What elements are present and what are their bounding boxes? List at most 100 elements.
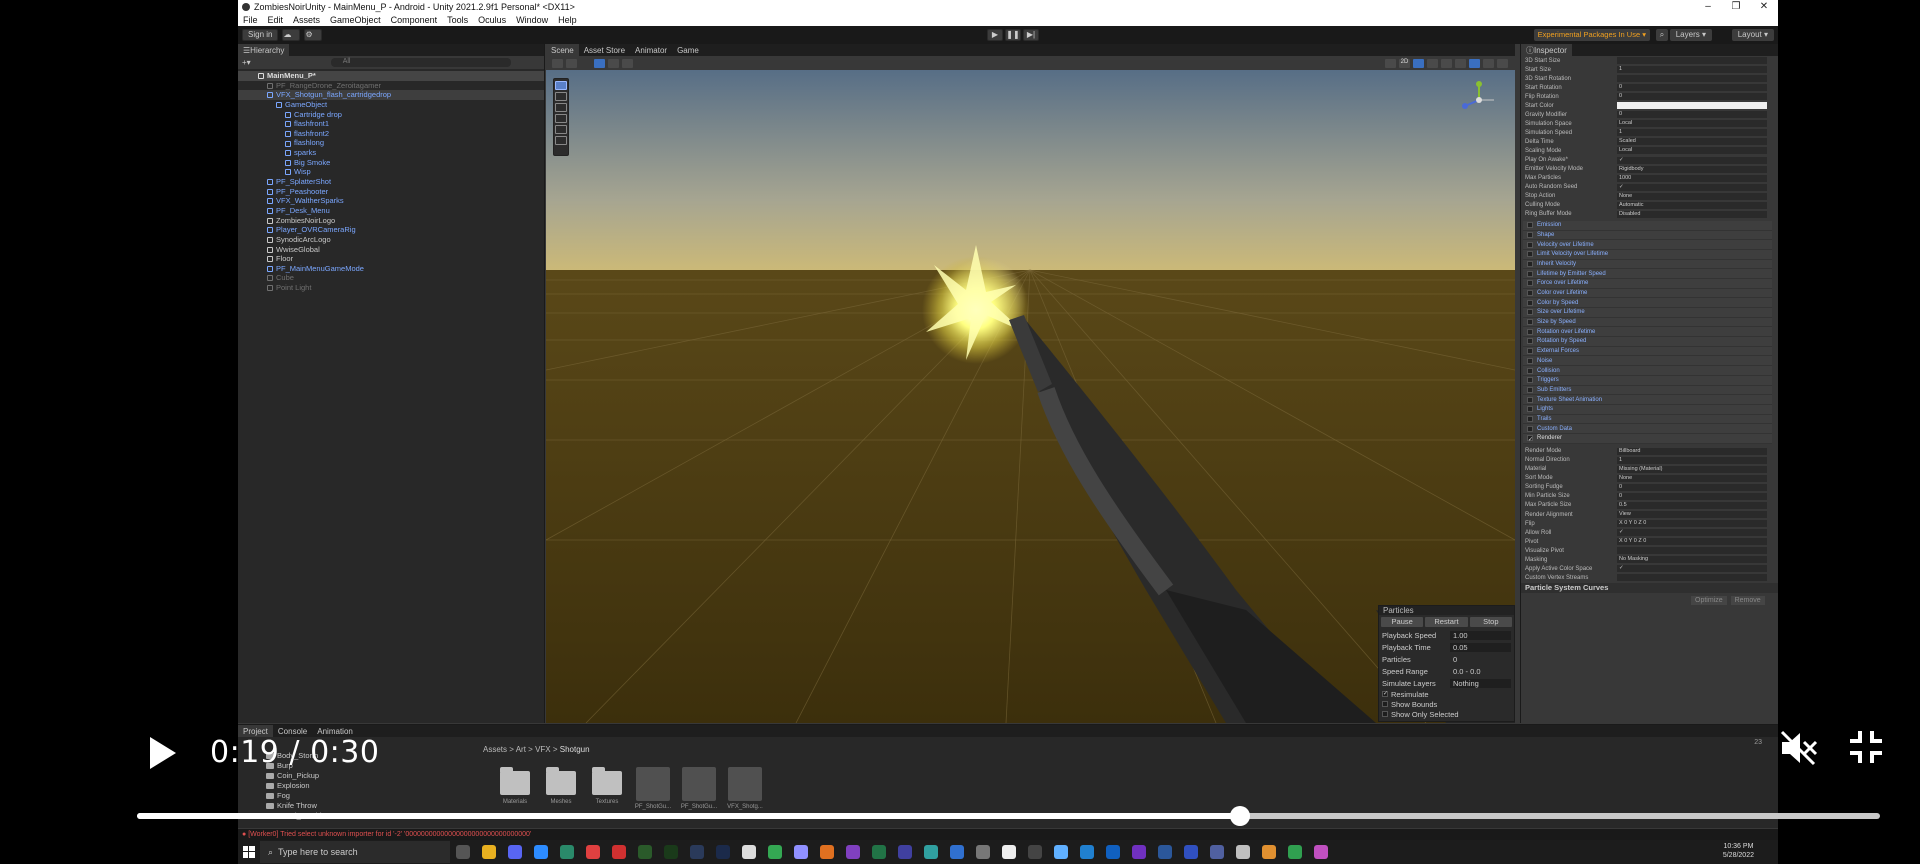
- breadcrumb-shotgun[interactable]: Shotgun: [560, 745, 590, 754]
- close-button[interactable]: ✕: [1750, 0, 1778, 13]
- property-value[interactable]: [1617, 547, 1767, 555]
- create-icon[interactable]: +▾: [242, 58, 251, 67]
- play-icon[interactable]: ▶: [987, 29, 1003, 41]
- inspector-module-header[interactable]: Size over Lifetime: [1523, 308, 1772, 318]
- stop-button[interactable]: Stop: [1469, 617, 1512, 627]
- hierarchy-row[interactable]: VFX_Shotgun_flash_cartridgedrop: [238, 90, 544, 100]
- inspector-module-header[interactable]: Color by Speed: [1523, 298, 1772, 309]
- hierarchy-row[interactable]: PF_Desk_Menu: [238, 206, 544, 216]
- property-value[interactable]: No Masking: [1617, 556, 1767, 564]
- inspector-module-header[interactable]: Color over Lifetime: [1523, 288, 1772, 299]
- module-toggle-checkbox[interactable]: [1527, 290, 1533, 296]
- hierarchy-row[interactable]: VFX_WaltherSparks: [238, 196, 544, 206]
- menu-gameobject[interactable]: GameObject: [325, 15, 386, 25]
- hierarchy-row[interactable]: PF_SplatterShot: [238, 177, 544, 187]
- tools-icon[interactable]: [1483, 58, 1494, 68]
- inspector-module-header[interactable]: Lifetime by Emitter Speed: [1523, 269, 1772, 279]
- play-icon[interactable]: [142, 733, 182, 773]
- menu-tools[interactable]: Tools: [442, 15, 473, 25]
- app-icon-20[interactable]: [1236, 845, 1250, 859]
- property-value[interactable]: [1617, 102, 1767, 110]
- hierarchy-row[interactable]: flashfront1: [238, 119, 544, 129]
- chrome-icon[interactable]: [768, 845, 782, 859]
- particles-field-value[interactable]: 0.05: [1450, 642, 1511, 652]
- property-value[interactable]: [1617, 57, 1767, 65]
- app-icon-22[interactable]: [1288, 845, 1302, 859]
- project-folder-item[interactable]: Knife Throw: [266, 801, 466, 811]
- lighting-icon[interactable]: [1413, 58, 1424, 68]
- project-folder-item[interactable]: Coin_Pickup: [266, 771, 466, 781]
- app-icon-10[interactable]: [846, 845, 860, 859]
- module-toggle-checkbox[interactable]: [1527, 328, 1533, 335]
- property-value[interactable]: ✓: [1617, 156, 1767, 164]
- module-toggle-checkbox[interactable]: [1527, 367, 1533, 374]
- module-toggle-checkbox[interactable]: ✓: [1527, 435, 1533, 443]
- property-value[interactable]: 0: [1617, 84, 1767, 92]
- optimize-button[interactable]: Optimize: [1691, 596, 1727, 605]
- inspector-module-header[interactable]: Collision: [1523, 366, 1772, 376]
- property-value[interactable]: Local: [1617, 147, 1767, 155]
- inspector-module-header[interactable]: Size by Speed: [1523, 317, 1772, 328]
- word-icon[interactable]: [1158, 845, 1172, 859]
- property-value[interactable]: X 0 Y 0 Z 0: [1617, 520, 1767, 528]
- module-toggle-checkbox[interactable]: [1527, 425, 1533, 432]
- hierarchy-row[interactable]: sparks: [238, 148, 544, 158]
- property-value[interactable]: 1: [1617, 129, 1767, 137]
- asset-item[interactable]: PF_ShotGu...: [633, 765, 673, 819]
- photoshop-icon[interactable]: [716, 845, 730, 859]
- inspector-module-header[interactable]: Shape: [1523, 230, 1772, 241]
- hierarchy-row[interactable]: Point Light: [238, 283, 544, 293]
- rect-tool-icon[interactable]: [555, 125, 567, 134]
- project-folder-item[interactable]: Explosion: [266, 781, 466, 791]
- module-toggle-checkbox[interactable]: [1527, 280, 1533, 287]
- remove-button[interactable]: Remove: [1730, 596, 1765, 605]
- app-icon-23[interactable]: [1314, 845, 1328, 859]
- property-value[interactable]: 1000: [1617, 174, 1767, 182]
- module-toggle-checkbox[interactable]: [1527, 319, 1533, 326]
- module-toggle-checkbox[interactable]: [1527, 377, 1533, 384]
- property-value[interactable]: Billboard: [1617, 447, 1767, 455]
- hierarchy-row[interactable]: Cube: [238, 273, 544, 283]
- maximize-button[interactable]: ❐: [1722, 0, 1750, 13]
- particles-checkbox-row[interactable]: ✓ Resimulate: [1379, 689, 1514, 699]
- property-value[interactable]: 0: [1617, 492, 1767, 500]
- inspector-module-header[interactable]: Noise: [1523, 356, 1772, 367]
- menu-edit[interactable]: Edit: [263, 15, 289, 25]
- breadcrumb-assets[interactable]: Assets: [483, 745, 507, 754]
- module-toggle-checkbox[interactable]: [1527, 260, 1533, 267]
- module-toggle-checkbox[interactable]: [1527, 348, 1533, 355]
- property-value[interactable]: ✓: [1617, 565, 1767, 573]
- snap-settings-icon[interactable]: [608, 58, 619, 68]
- module-toggle-checkbox[interactable]: [1527, 357, 1533, 364]
- module-toggle-checkbox[interactable]: [1527, 338, 1533, 345]
- particles-checkbox-row[interactable]: Show Bounds: [1379, 699, 1514, 709]
- menu-oculus[interactable]: Oculus: [473, 15, 511, 25]
- menu-window[interactable]: Window: [511, 15, 553, 25]
- property-value[interactable]: Local: [1617, 120, 1767, 128]
- experimental-packages-dropdown[interactable]: Experimental Packages In Use ▾: [1533, 29, 1650, 41]
- app-icon-5[interactable]: [664, 845, 678, 859]
- module-toggle-checkbox[interactable]: [1527, 396, 1533, 403]
- app-icon-21[interactable]: [1262, 845, 1276, 859]
- app-icon-6[interactable]: [690, 845, 704, 859]
- module-toggle-checkbox[interactable]: [1527, 299, 1533, 306]
- module-toggle-checkbox[interactable]: [1527, 241, 1533, 248]
- property-value[interactable]: 1: [1617, 456, 1767, 464]
- hierarchy-row[interactable]: WwiseGlobal: [238, 245, 544, 255]
- property-value[interactable]: ✓: [1617, 183, 1767, 191]
- app-icon-12[interactable]: [924, 845, 938, 859]
- property-value[interactable]: Scaled: [1617, 138, 1767, 146]
- property-value[interactable]: Rigidbody: [1617, 165, 1767, 173]
- tab-hierarchy[interactable]: ☰ Hierarchy: [238, 44, 290, 56]
- inspector-module-header[interactable]: Lights: [1523, 404, 1772, 415]
- visual-studio-icon[interactable]: [1132, 845, 1146, 859]
- property-value[interactable]: X 0 Y 0 Z 0: [1617, 538, 1767, 546]
- sign-in-button[interactable]: Sign in: [242, 29, 279, 41]
- particles-field-value[interactable]: Nothing: [1450, 678, 1511, 688]
- app-icon-3[interactable]: [612, 845, 626, 859]
- app-icon-16[interactable]: [1080, 845, 1094, 859]
- video-progress-bar[interactable]: [137, 806, 1880, 826]
- hierarchy-row[interactable]: Wisp: [238, 167, 544, 177]
- transform-tool-icon[interactable]: [555, 136, 567, 145]
- inspector-module-header[interactable]: External Forces: [1523, 346, 1772, 357]
